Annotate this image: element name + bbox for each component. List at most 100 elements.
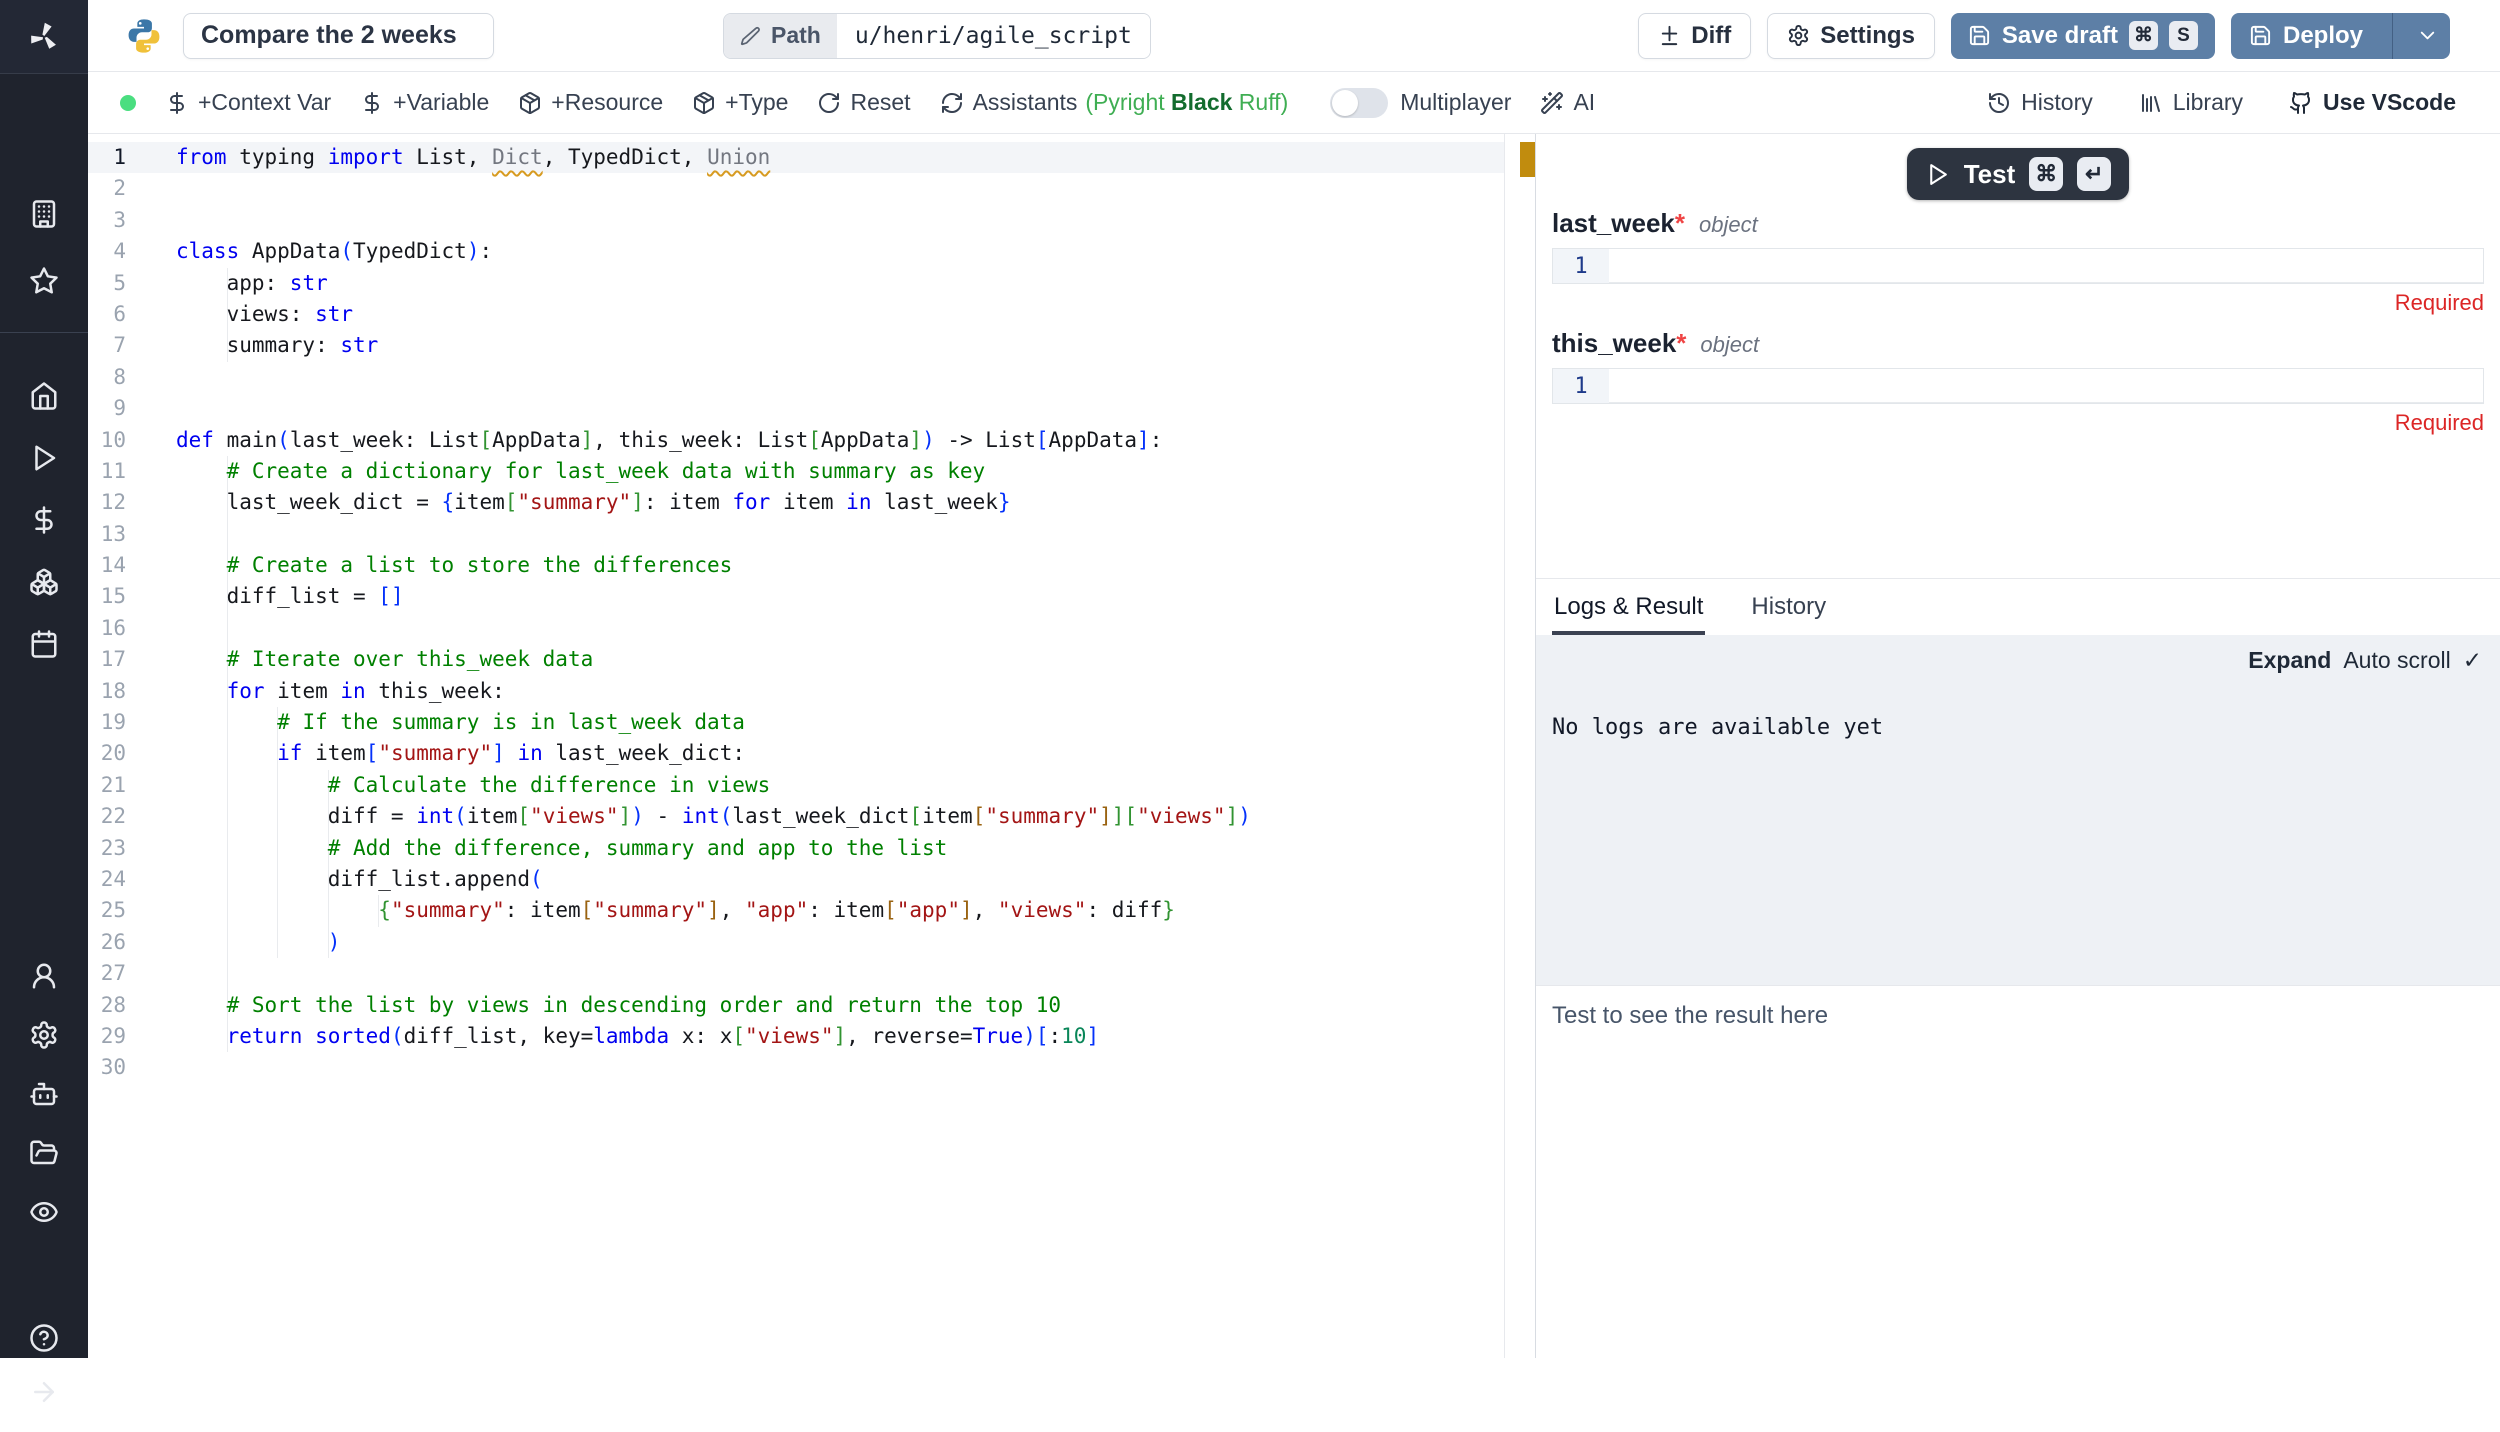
code-line[interactable]: 26 )	[88, 927, 1504, 958]
arg-label-this-week: this_week* object	[1552, 328, 2484, 356]
expand-button[interactable]: Expand	[2248, 647, 2331, 674]
diff-button[interactable]: Diff	[1638, 13, 1751, 59]
line-number: 3	[88, 205, 126, 236]
windmill-logo[interactable]	[0, 0, 88, 74]
line-number: 10	[88, 425, 126, 456]
code-token: [	[366, 741, 379, 765]
code-token: ]	[1086, 1024, 1099, 1048]
history-button[interactable]: History	[1987, 89, 2093, 116]
code-line[interactable]: 19 # If the summary is in last_week data	[88, 707, 1504, 738]
ai-button[interactable]: AI	[1540, 89, 1595, 116]
tab-history[interactable]: History	[1749, 579, 1828, 635]
code-line[interactable]: 2	[88, 173, 1504, 204]
code-line[interactable]: 29 return sorted(diff_list, key=lambda x…	[88, 1021, 1504, 1052]
input-editor-area[interactable]	[1609, 249, 2483, 283]
code-line[interactable]: 3	[88, 205, 1504, 236]
code-line[interactable]: 21 # Calculate the difference in views	[88, 770, 1504, 801]
autoscroll-toggle[interactable]: Auto scroll	[2343, 647, 2450, 674]
code-line[interactable]: 10def main(last_week: List[AppData], thi…	[88, 425, 1504, 456]
arg-input-last-week[interactable]: 1	[1552, 248, 2484, 284]
result-placeholder: Test to see the result here	[1552, 1002, 1828, 1029]
input-editor-area[interactable]	[1609, 369, 2483, 403]
code-line[interactable]: 5 app: str	[88, 268, 1504, 299]
splitter-drag-handle[interactable]	[1520, 142, 1535, 177]
add-variable-button[interactable]: +Variable	[360, 89, 489, 116]
code-line[interactable]: 9	[88, 393, 1504, 424]
code-token: lambda	[593, 1024, 669, 1048]
check-icon: ✓	[2463, 647, 2482, 674]
home-icon[interactable]	[29, 381, 59, 411]
required-hint: Required	[1552, 290, 2484, 314]
gear-icon[interactable]	[29, 1020, 59, 1050]
eye-icon[interactable]	[29, 1197, 59, 1227]
main-content: 1from typing import List, Dict, TypedDic…	[88, 134, 2500, 1358]
settings-button[interactable]: Settings	[1767, 13, 1935, 59]
code-line[interactable]: 7 summary: str	[88, 330, 1504, 361]
building-icon[interactable]	[29, 199, 59, 229]
boxes-icon[interactable]	[29, 567, 59, 597]
code-line[interactable]: 16	[88, 613, 1504, 644]
code-editor[interactable]: 1from typing import List, Dict, TypedDic…	[88, 134, 1505, 1358]
code-line[interactable]: 8	[88, 362, 1504, 393]
add-type-button[interactable]: +Type	[692, 89, 788, 116]
code-token: ]	[1226, 804, 1239, 828]
script-title-input[interactable]: Compare the 2 weeks	[183, 13, 494, 59]
code-line[interactable]: 17 # Iterate over this_week data	[88, 644, 1504, 675]
code-line[interactable]: 14 # Create a list to store the differen…	[88, 550, 1504, 581]
star-icon[interactable]	[29, 266, 59, 296]
code-line[interactable]: 11 # Create a dictionary for last_week d…	[88, 456, 1504, 487]
panel-splitter[interactable]	[1505, 134, 1535, 1358]
code-line[interactable]: 28 # Sort the list by views in descendin…	[88, 990, 1504, 1021]
save-draft-button[interactable]: Save draft ⌘ S	[1951, 13, 2215, 59]
help-circle-icon[interactable]	[29, 1323, 59, 1353]
tab-logs-result[interactable]: Logs & Result	[1552, 579, 1705, 635]
code-line[interactable]: 25 {"summary": item["summary"], "app": i…	[88, 895, 1504, 926]
code-token: int	[682, 804, 720, 828]
bot-icon[interactable]	[29, 1079, 59, 1109]
code-line[interactable]: 23 # Add the difference, summary and app…	[88, 833, 1504, 864]
library-button[interactable]: Library	[2139, 89, 2243, 116]
play-icon[interactable]	[29, 443, 59, 473]
code-token: # Create a list to store the differences	[227, 553, 733, 577]
deploy-button[interactable]: Deploy	[2231, 13, 2450, 59]
code-line[interactable]: 20 if item["summary"] in last_week_dict:	[88, 738, 1504, 769]
dollar-sign-icon[interactable]	[29, 505, 59, 535]
code-line[interactable]: 12 last_week_dict = {item["summary"]: it…	[88, 487, 1504, 518]
code-line[interactable]: 22 diff = int(item["views"]) - int(last_…	[88, 801, 1504, 832]
multiplayer-toggle[interactable]	[1330, 88, 1388, 118]
code-line[interactable]: 6 views: str	[88, 299, 1504, 330]
assistants-button[interactable]: Assistants	[940, 89, 1078, 116]
arg-input-this-week[interactable]: 1	[1552, 368, 2484, 404]
code-line[interactable]: 1from typing import List, Dict, TypedDic…	[88, 142, 1504, 173]
code-line[interactable]: 30	[88, 1052, 1504, 1083]
code-line[interactable]: 15 diff_list = []	[88, 581, 1504, 612]
user-icon[interactable]	[29, 961, 59, 991]
add-context-var-button[interactable]: +Context Var	[165, 89, 331, 116]
code-token: (	[454, 804, 467, 828]
path-control[interactable]: Path u/henri/agile_script	[723, 13, 1151, 59]
arrow-right-icon[interactable]	[29, 1377, 59, 1407]
use-vscode-button[interactable]: Use VScode	[2289, 89, 2456, 116]
status-dot	[120, 95, 136, 111]
code-token: List,	[404, 145, 493, 169]
code-line[interactable]: 27	[88, 958, 1504, 989]
code-token: ]	[631, 490, 644, 514]
code-line[interactable]: 24 diff_list.append(	[88, 864, 1504, 895]
code-assistants-status[interactable]: (Pyright Black Ruff)	[1085, 89, 1288, 116]
top-bar: Compare the 2 weeks Path u/henri/agile_s…	[88, 0, 2500, 72]
deploy-more-button[interactable]	[2404, 13, 2450, 59]
deploy-main[interactable]: Deploy	[2231, 13, 2381, 59]
code-line[interactable]: 18 for item in this_week:	[88, 676, 1504, 707]
test-button[interactable]: Test ⌘ ↵	[1907, 148, 2130, 200]
code-token: )	[1238, 804, 1251, 828]
add-resource-button[interactable]: +Resource	[518, 89, 663, 116]
calendar-icon[interactable]	[29, 629, 59, 659]
code-line[interactable]: 4class AppData(TypedDict):	[88, 236, 1504, 267]
code-token: Dict	[492, 145, 543, 169]
code-token: "summary"	[391, 898, 505, 922]
reset-button[interactable]: Reset	[817, 89, 910, 116]
folder-open-icon[interactable]	[29, 1138, 59, 1168]
line-number: 28	[88, 990, 126, 1021]
code-line[interactable]: 13	[88, 519, 1504, 550]
line-number: 16	[88, 613, 126, 644]
